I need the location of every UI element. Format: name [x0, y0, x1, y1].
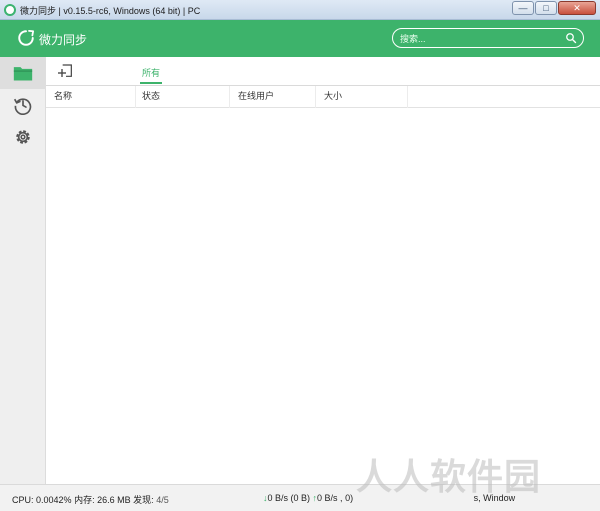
toolbar: 所有 [46, 57, 600, 86]
column-header-size[interactable]: 大小 [316, 86, 408, 108]
window-controls: — □ ✕ [511, 1, 596, 15]
discovery-value: 4/5 [156, 495, 169, 505]
sync-icon [18, 29, 35, 46]
history-icon [13, 98, 32, 115]
upload-rate-tail: 0) [345, 493, 354, 503]
search-input[interactable] [400, 32, 560, 45]
minimize-button[interactable]: — [512, 1, 534, 15]
tab-active-indicator [140, 82, 162, 84]
sidebar [0, 57, 46, 484]
window-title: 微力同步 | v0.15.5-rc6, Windows (64 bit) | P… [20, 6, 201, 16]
gear-icon [16, 130, 30, 144]
window-titlebar: 微力同步 | v0.15.5-rc6, Windows (64 bit) | P… [0, 0, 600, 20]
memory-value: 26.6 MB [97, 495, 131, 505]
maximize-button[interactable]: □ [535, 1, 557, 15]
search-box[interactable] [392, 28, 584, 48]
system-stats: CPU: 0.0042% 内存: 26.6 MB 发现: 4/5 [12, 493, 169, 506]
cpu-value: 0.0042% [36, 495, 72, 505]
search-icon[interactable] [565, 32, 577, 44]
folder-icon [13, 67, 33, 81]
close-button[interactable]: ✕ [558, 1, 596, 15]
watermark: 人人软件园 [356, 457, 542, 498]
column-header-name[interactable]: 名称 [46, 86, 136, 108]
column-header-status[interactable]: 状态 [134, 86, 230, 108]
cpu-label: CPU: [12, 495, 34, 505]
sidebar-item-settings[interactable] [0, 121, 46, 153]
download-rate: 0 B/s (0 B) [267, 493, 311, 503]
tab-all[interactable]: 所有 [142, 66, 160, 79]
discovery-label: 发现: [133, 495, 154, 505]
upload-rate: 0 B/s , [317, 493, 343, 503]
folder-list [46, 108, 600, 484]
app-header: 微力同步 [0, 20, 600, 57]
add-folder-icon[interactable] [58, 63, 74, 79]
column-header-online-users[interactable]: 在线用户 [230, 86, 316, 108]
app-logo-icon [4, 4, 16, 16]
memory-label: 内存: [74, 495, 95, 505]
sidebar-item-history[interactable] [0, 89, 46, 121]
sidebar-item-folders[interactable] [0, 57, 46, 89]
brand-name: 微力同步 [39, 33, 88, 47]
table-header: 名称 状态 在线用户 大小 [46, 86, 600, 108]
